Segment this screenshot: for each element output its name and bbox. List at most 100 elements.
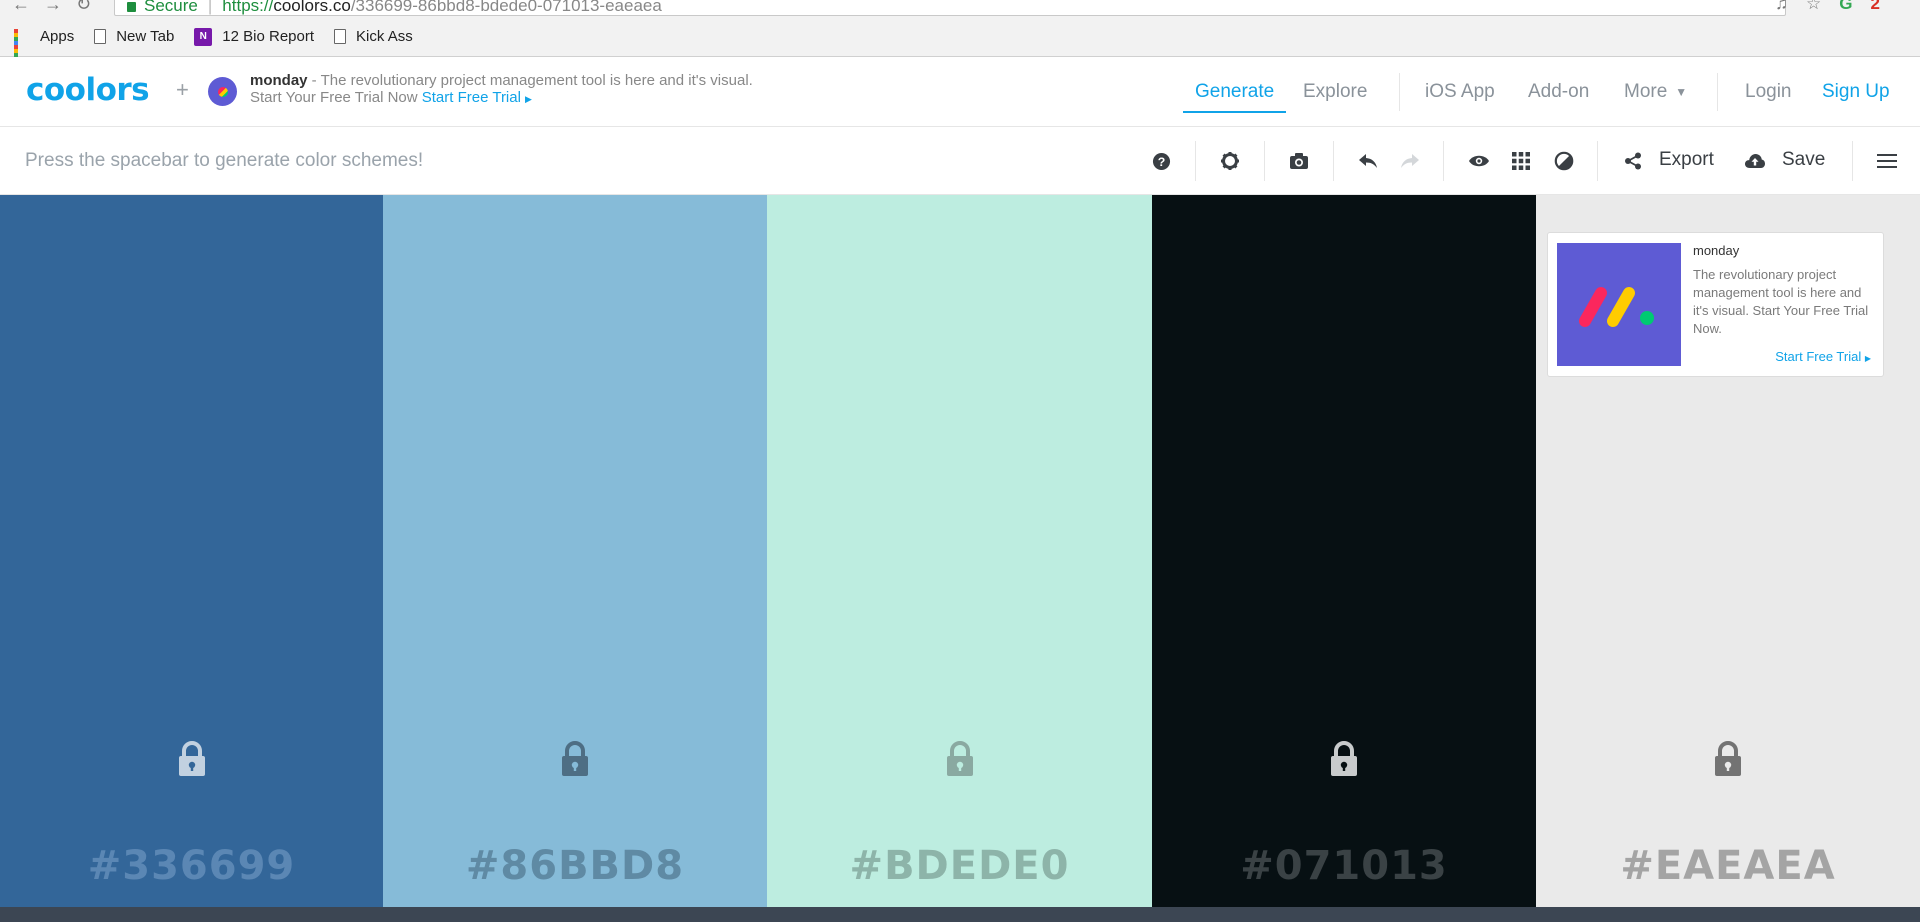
undo-icon[interactable] [1356, 149, 1380, 173]
lock-icon[interactable] [1329, 741, 1359, 782]
toolbar-divider [1333, 141, 1334, 181]
padlock-icon [127, 2, 136, 12]
hex-code[interactable]: #86BBD8 [383, 843, 767, 889]
browser-toolbar: ←→↻ Secure | https://coolors.co/336699-86b… [0, 0, 1920, 17]
secure-label: Secure [144, 0, 198, 15]
color-swatch[interactable]: #071013 [1152, 195, 1536, 907]
sponsor-card[interactable]: monday The revolutionary project managem… [1547, 232, 1884, 377]
nav-addon-label[interactable]: Add-on [1528, 81, 1589, 103]
nav-divider [1717, 73, 1718, 111]
sponsor-cta-link[interactable]: Start Free Trial [422, 89, 521, 106]
generator-toolbar: Press the spacebar to generate color sch… [0, 127, 1920, 195]
bookmark-star-icon[interactable]: ☆ [1806, 0, 1821, 14]
lock-icon[interactable] [945, 741, 975, 782]
nav-login-label[interactable]: Login [1745, 81, 1792, 103]
sponsor-card-description: The revolutionary project management too… [1693, 267, 1869, 336]
nav-explore[interactable]: Explore [1303, 57, 1367, 127]
bottom-bar [0, 907, 1920, 922]
bookmark-label: Kick Ass [356, 28, 413, 45]
nav-login[interactable]: Login [1745, 57, 1792, 127]
sponsor-line-2: Start Your Free Trial Now Start Free Tri… [250, 89, 753, 108]
onenote-icon: N [194, 27, 213, 46]
nav-ios-label[interactable]: iOS App [1425, 81, 1495, 103]
nav-explore-label[interactable]: Explore [1303, 81, 1367, 103]
toolbar-divider [1195, 141, 1196, 181]
bookmark-label: 12 Bio Report [222, 28, 315, 45]
grid-icon[interactable] [1509, 149, 1533, 173]
address-bar[interactable]: Secure | https://coolors.co/336699-86bbd8-… [114, 0, 1786, 16]
secure-indicator[interactable]: Secure | https://coolors.co/336699-86bbd8-… [127, 0, 662, 16]
share-icon[interactable] [1621, 149, 1645, 173]
cloud-upload-icon[interactable] [1743, 149, 1767, 173]
view-icon[interactable] [1467, 149, 1491, 173]
header-sponsor-ad[interactable]: monday - The revolutionary project manag… [250, 72, 753, 108]
url-separator: | [207, 0, 213, 15]
active-tab-indicator [1183, 111, 1287, 113]
extension-icon[interactable]: ♫ [1775, 0, 1788, 14]
sponsor-card-title: monday [1693, 243, 1740, 258]
bookmarks-bar: Apps New Tab N 12 Bio Report Kick Ass [0, 17, 1920, 65]
hex-code[interactable]: #336699 [0, 843, 383, 889]
bookmark-new-tab[interactable]: New Tab [94, 28, 174, 45]
monday-avatar-icon[interactable] [208, 77, 237, 106]
page-icon [94, 29, 107, 44]
svg-text:?: ? [1157, 154, 1165, 168]
lock-icon[interactable] [560, 741, 590, 782]
camera-icon[interactable] [1287, 149, 1311, 173]
browser-extension-area: ♫ ☆ G 2 [1775, 0, 1880, 14]
grammarly-icon[interactable]: G [1839, 0, 1852, 14]
sponsor-brand: monday [250, 72, 308, 89]
plus-sign: + [176, 77, 189, 102]
nav-generate[interactable]: Generate [1183, 57, 1287, 127]
bookmark-bio-report[interactable]: N 12 Bio Report [194, 27, 315, 46]
sponsor-line-1: monday - The revolutionary project manag… [250, 72, 753, 89]
bookmark-apps[interactable]: Apps [14, 28, 75, 65]
menu-icon[interactable] [1875, 149, 1899, 173]
nav-generate-label[interactable]: Generate [1195, 81, 1274, 103]
app-header: coolors + monday - The revolutionary pro… [0, 57, 1920, 127]
help-icon[interactable]: ? [1149, 149, 1173, 173]
sponsor-line2-text: Start Your Free Trial Now [250, 89, 418, 106]
sponsor-card-cta-label[interactable]: Start Free Trial [1775, 349, 1861, 364]
url-host: coolors.co [273, 0, 351, 15]
toolbar-divider [1597, 141, 1598, 181]
nav-more-dropdown[interactable]: More ▼ [1624, 57, 1687, 127]
hex-code[interactable]: #071013 [1152, 843, 1536, 889]
chevron-right-icon: ▶ [524, 94, 532, 104]
extension-badge-count: 2 [1870, 0, 1880, 13]
bookmark-kick-ass[interactable]: Kick Ass [334, 28, 413, 45]
monday-logo-icon [1579, 287, 1654, 327]
chevron-down-icon: ▼ [1675, 85, 1688, 99]
bookmark-label: Apps [40, 28, 75, 45]
nav-sign-up[interactable]: Sign Up [1822, 57, 1890, 127]
sponsor-text: - The revolutionary project management t… [307, 72, 753, 89]
redo-icon[interactable] [1398, 149, 1422, 173]
sponsor-thumbnail[interactable] [1557, 243, 1681, 366]
url-protocol: https:// [222, 0, 274, 15]
apps-grid-icon [14, 28, 30, 65]
nav-signup-label[interactable]: Sign Up [1822, 81, 1890, 103]
nav-ios-app[interactable]: iOS App [1425, 57, 1495, 127]
hex-code[interactable]: #BDEDE0 [767, 843, 1152, 889]
lock-icon[interactable] [177, 741, 207, 782]
toolbar-divider [1443, 141, 1444, 181]
spacebar-hint: Press the spacebar to generate color sch… [25, 150, 424, 171]
extension-badge-icon[interactable]: 2 [1871, 0, 1880, 14]
adjust-icon[interactable] [1552, 149, 1576, 173]
nav-divider [1399, 73, 1400, 111]
nav-add-on[interactable]: Add-on [1528, 57, 1589, 127]
lock-icon[interactable] [1713, 741, 1743, 782]
sponsor-card-cta[interactable]: Start Free Trial ▶ [1775, 349, 1871, 364]
nav-more-label[interactable]: More [1624, 81, 1667, 103]
hex-code[interactable]: #EAEAEA [1536, 843, 1920, 889]
chevron-right-icon: ▶ [1864, 354, 1871, 363]
coolors-logo[interactable]: coolors [26, 72, 150, 108]
color-swatch[interactable]: #BDEDE0 [767, 195, 1152, 907]
save-button[interactable]: Save [1782, 149, 1825, 171]
color-swatch[interactable]: #336699 [0, 195, 383, 907]
export-button[interactable]: Export [1659, 149, 1714, 171]
color-swatch[interactable]: #86BBD8 [383, 195, 767, 907]
browser-nav-buttons[interactable]: ←→↻ [12, 0, 105, 15]
toolbar-divider [1264, 141, 1265, 181]
settings-icon[interactable] [1218, 149, 1242, 173]
